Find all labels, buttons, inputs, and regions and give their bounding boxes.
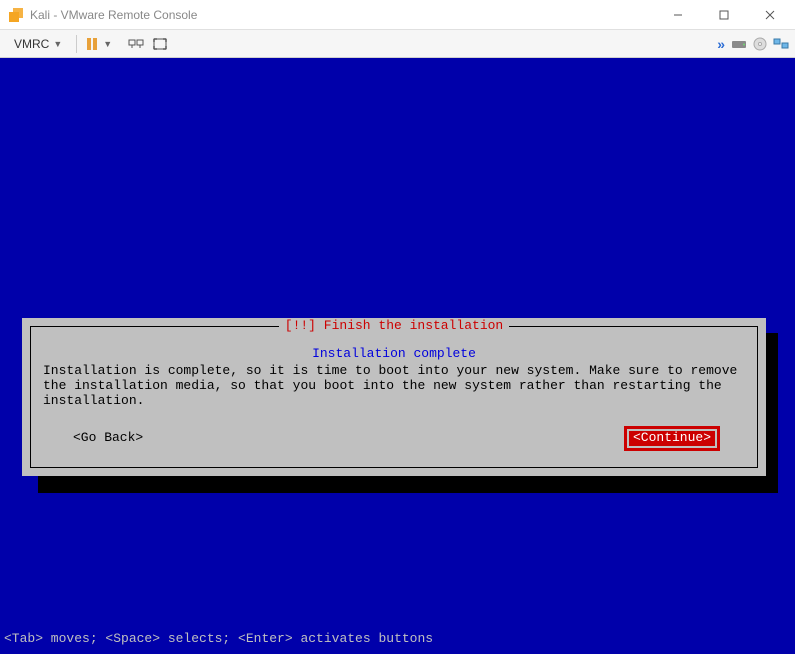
close-button[interactable] bbox=[747, 0, 793, 30]
keyboard-hint: <Tab> moves; <Space> selects; <Enter> ac… bbox=[4, 631, 433, 646]
chevron-down-icon[interactable]: ▼ bbox=[103, 39, 112, 49]
network-icon[interactable]: » bbox=[717, 36, 725, 52]
toolbar: VMRC ▼ ▼ » bbox=[0, 30, 795, 58]
dialog-heading: Installation complete bbox=[41, 347, 747, 362]
window-controls bbox=[655, 0, 793, 30]
devices-icon[interactable] bbox=[773, 37, 789, 51]
vmware-icon bbox=[8, 7, 24, 23]
dialog-frame: [!!] Finish the installation Installatio… bbox=[30, 326, 758, 468]
window-title: Kali - VMware Remote Console bbox=[30, 8, 655, 22]
continue-button[interactable]: <Continue> bbox=[629, 431, 715, 446]
cd-icon[interactable] bbox=[753, 37, 767, 51]
dialog-body: Installation is complete, so it is time … bbox=[41, 364, 747, 409]
dialog-frame-title: [!!] Finish the installation bbox=[279, 319, 509, 334]
screens-icon bbox=[128, 37, 144, 51]
installer-dialog: [!!] Finish the installation Installatio… bbox=[22, 318, 766, 476]
pause-icon bbox=[87, 38, 97, 50]
separator bbox=[76, 35, 77, 53]
send-cad-button[interactable] bbox=[124, 35, 148, 53]
vmrc-dropdown[interactable]: VMRC ▼ bbox=[6, 35, 70, 53]
minimize-button[interactable] bbox=[655, 0, 701, 30]
vm-screen: [!!] Finish the installation Installatio… bbox=[0, 58, 795, 654]
dialog-buttons: <Go Back> <Continue> bbox=[41, 431, 747, 446]
go-back-button[interactable]: <Go Back> bbox=[73, 431, 143, 446]
maximize-button[interactable] bbox=[701, 0, 747, 30]
fullscreen-icon bbox=[152, 37, 168, 51]
pause-button[interactable] bbox=[83, 36, 101, 52]
chevron-down-icon: ▼ bbox=[53, 39, 62, 49]
disk-icon[interactable] bbox=[731, 38, 747, 50]
fullscreen-button[interactable] bbox=[148, 35, 172, 53]
titlebar: Kali - VMware Remote Console bbox=[0, 0, 795, 30]
toolbar-right: » bbox=[717, 36, 789, 52]
vmrc-label: VMRC bbox=[14, 37, 49, 51]
